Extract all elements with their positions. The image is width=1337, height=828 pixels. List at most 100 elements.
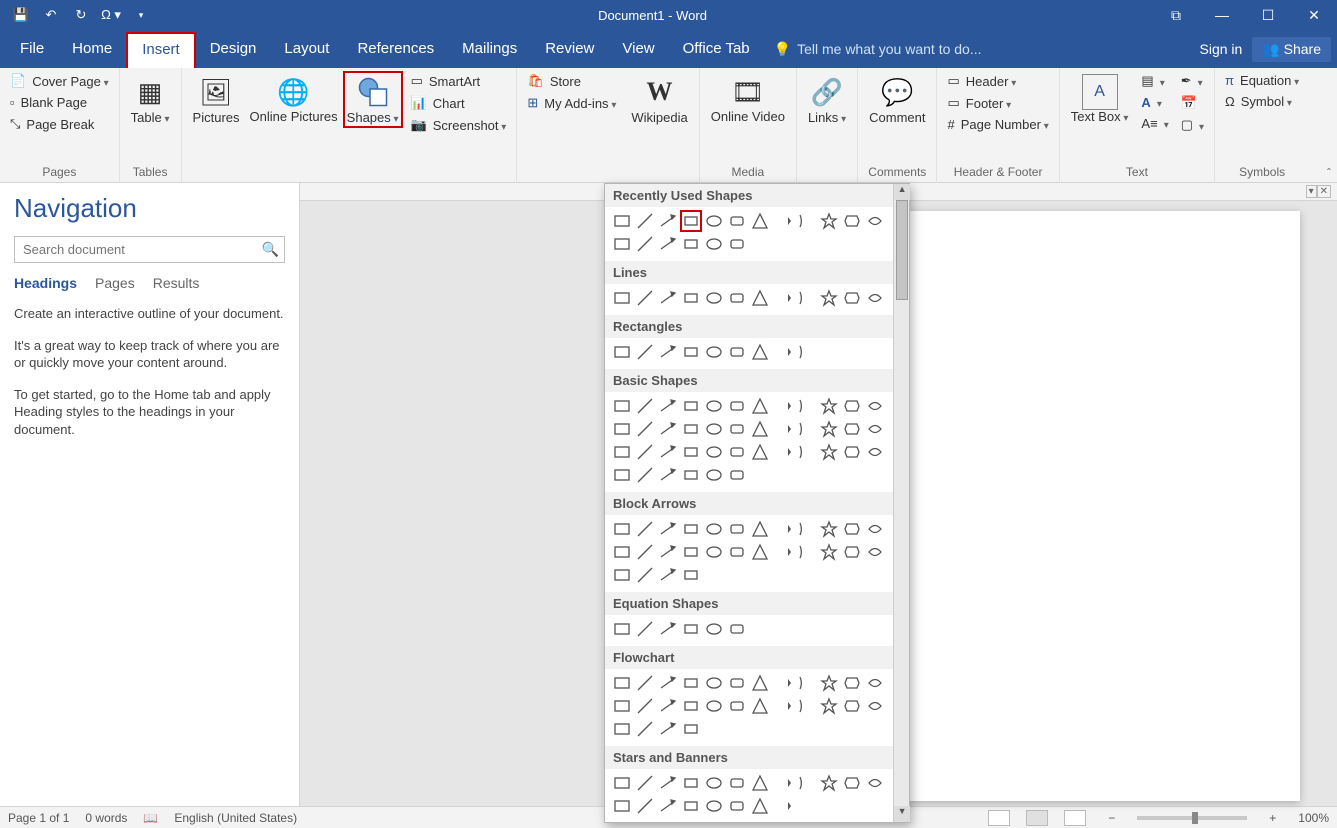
- shape-item[interactable]: [864, 672, 886, 694]
- shape-item[interactable]: [772, 341, 794, 363]
- shape-item[interactable]: [611, 672, 633, 694]
- shape-item[interactable]: [703, 695, 725, 717]
- shape-item[interactable]: [795, 518, 817, 540]
- shape-item[interactable]: [864, 395, 886, 417]
- shapes-scrollbar[interactable]: ▲ ▼: [893, 184, 909, 822]
- status-page[interactable]: Page 1 of 1: [8, 811, 69, 825]
- shape-item[interactable]: [772, 541, 794, 563]
- shape-item[interactable]: [864, 541, 886, 563]
- shape-item[interactable]: [657, 341, 679, 363]
- shape-item[interactable]: [680, 564, 702, 586]
- shape-item[interactable]: [657, 210, 679, 232]
- shape-item[interactable]: [864, 441, 886, 463]
- shape-item[interactable]: [634, 618, 656, 640]
- online-video-button[interactable]: 🎞 Online Video: [706, 71, 790, 127]
- tab-review[interactable]: Review: [531, 30, 608, 68]
- shape-item[interactable]: [864, 695, 886, 717]
- nav-pane-dropdown-icon[interactable]: ▾: [1306, 185, 1317, 198]
- shape-item[interactable]: [772, 772, 794, 794]
- signature-line-button[interactable]: ✒: [1177, 71, 1208, 91]
- zoom-slider[interactable]: [1137, 816, 1247, 820]
- shape-item[interactable]: [680, 418, 702, 440]
- shape-item[interactable]: [726, 541, 748, 563]
- shape-item[interactable]: [864, 287, 886, 309]
- shape-item[interactable]: [657, 441, 679, 463]
- shape-item[interactable]: [864, 418, 886, 440]
- pictures-button[interactable]: 🖼 Pictures: [188, 71, 245, 128]
- shape-item[interactable]: [818, 287, 840, 309]
- status-language[interactable]: English (United States): [174, 811, 297, 825]
- share-button[interactable]: 👥 Share: [1252, 37, 1331, 62]
- shape-item[interactable]: [703, 287, 725, 309]
- shape-item[interactable]: [634, 210, 656, 232]
- shape-item[interactable]: [726, 672, 748, 694]
- shape-item[interactable]: [726, 395, 748, 417]
- shape-item[interactable]: [772, 441, 794, 463]
- nav-pane-close-icon[interactable]: ✕: [1317, 185, 1331, 198]
- shape-item[interactable]: [634, 464, 656, 486]
- smartart-button[interactable]: ▭SmartArt: [407, 71, 511, 91]
- shape-item[interactable]: [749, 795, 771, 817]
- shape-item[interactable]: [611, 772, 633, 794]
- shape-item[interactable]: [680, 341, 702, 363]
- shape-item[interactable]: [749, 541, 771, 563]
- shape-item[interactable]: [818, 672, 840, 694]
- ribbon-display-options-icon[interactable]: ⧉: [1153, 7, 1199, 24]
- shape-item[interactable]: [795, 287, 817, 309]
- page-number-button[interactable]: #Page Number: [943, 115, 1052, 134]
- shape-item[interactable]: [818, 395, 840, 417]
- shape-item[interactable]: [841, 772, 863, 794]
- store-button[interactable]: 🛍Store: [523, 71, 620, 91]
- shape-item[interactable]: [611, 441, 633, 463]
- shape-item[interactable]: [726, 441, 748, 463]
- shape-item[interactable]: [680, 795, 702, 817]
- shape-item[interactable]: [772, 287, 794, 309]
- shape-item[interactable]: [749, 341, 771, 363]
- shape-item[interactable]: [703, 518, 725, 540]
- table-button[interactable]: ▦ Table: [126, 71, 175, 128]
- shape-item[interactable]: [703, 672, 725, 694]
- shape-item[interactable]: [703, 233, 725, 255]
- shape-item[interactable]: [634, 233, 656, 255]
- shape-item[interactable]: [703, 772, 725, 794]
- shape-item[interactable]: [772, 395, 794, 417]
- shape-item[interactable]: [634, 695, 656, 717]
- shape-item[interactable]: [611, 541, 633, 563]
- shape-item[interactable]: [634, 395, 656, 417]
- shape-item[interactable]: [841, 518, 863, 540]
- shape-item[interactable]: [772, 210, 794, 232]
- tell-me-search[interactable]: 💡 Tell me what you want to do...: [764, 41, 982, 58]
- screenshot-button[interactable]: 📷Screenshot: [407, 115, 511, 135]
- object-button[interactable]: ▢: [1177, 115, 1208, 135]
- tab-layout[interactable]: Layout: [270, 30, 343, 68]
- shape-item[interactable]: [634, 772, 656, 794]
- date-time-button[interactable]: 📅: [1177, 93, 1208, 113]
- shape-item[interactable]: [703, 618, 725, 640]
- shape-item[interactable]: [795, 541, 817, 563]
- shape-item[interactable]: [749, 210, 771, 232]
- nav-tab-pages[interactable]: Pages: [95, 275, 135, 291]
- shape-item[interactable]: [611, 795, 633, 817]
- shape-item[interactable]: [772, 418, 794, 440]
- close-icon[interactable]: ✕: [1291, 7, 1337, 24]
- cover-page-button[interactable]: 📄Cover Page: [6, 71, 113, 91]
- shape-item[interactable]: [795, 210, 817, 232]
- shape-item[interactable]: [611, 564, 633, 586]
- shape-item[interactable]: [680, 233, 702, 255]
- shape-item[interactable]: [703, 441, 725, 463]
- nav-tab-results[interactable]: Results: [153, 275, 200, 291]
- scroll-thumb[interactable]: [896, 200, 908, 300]
- shape-item[interactable]: [749, 772, 771, 794]
- shape-item[interactable]: [795, 341, 817, 363]
- shape-item[interactable]: [726, 518, 748, 540]
- shape-item[interactable]: [841, 672, 863, 694]
- shape-item[interactable]: [726, 618, 748, 640]
- shape-item[interactable]: [611, 464, 633, 486]
- shape-item[interactable]: [634, 518, 656, 540]
- shape-item[interactable]: [795, 441, 817, 463]
- view-web-layout-icon[interactable]: [1064, 810, 1086, 826]
- tab-design[interactable]: Design: [196, 30, 271, 68]
- shape-item[interactable]: [611, 618, 633, 640]
- shape-item[interactable]: [611, 695, 633, 717]
- tab-mailings[interactable]: Mailings: [448, 30, 531, 68]
